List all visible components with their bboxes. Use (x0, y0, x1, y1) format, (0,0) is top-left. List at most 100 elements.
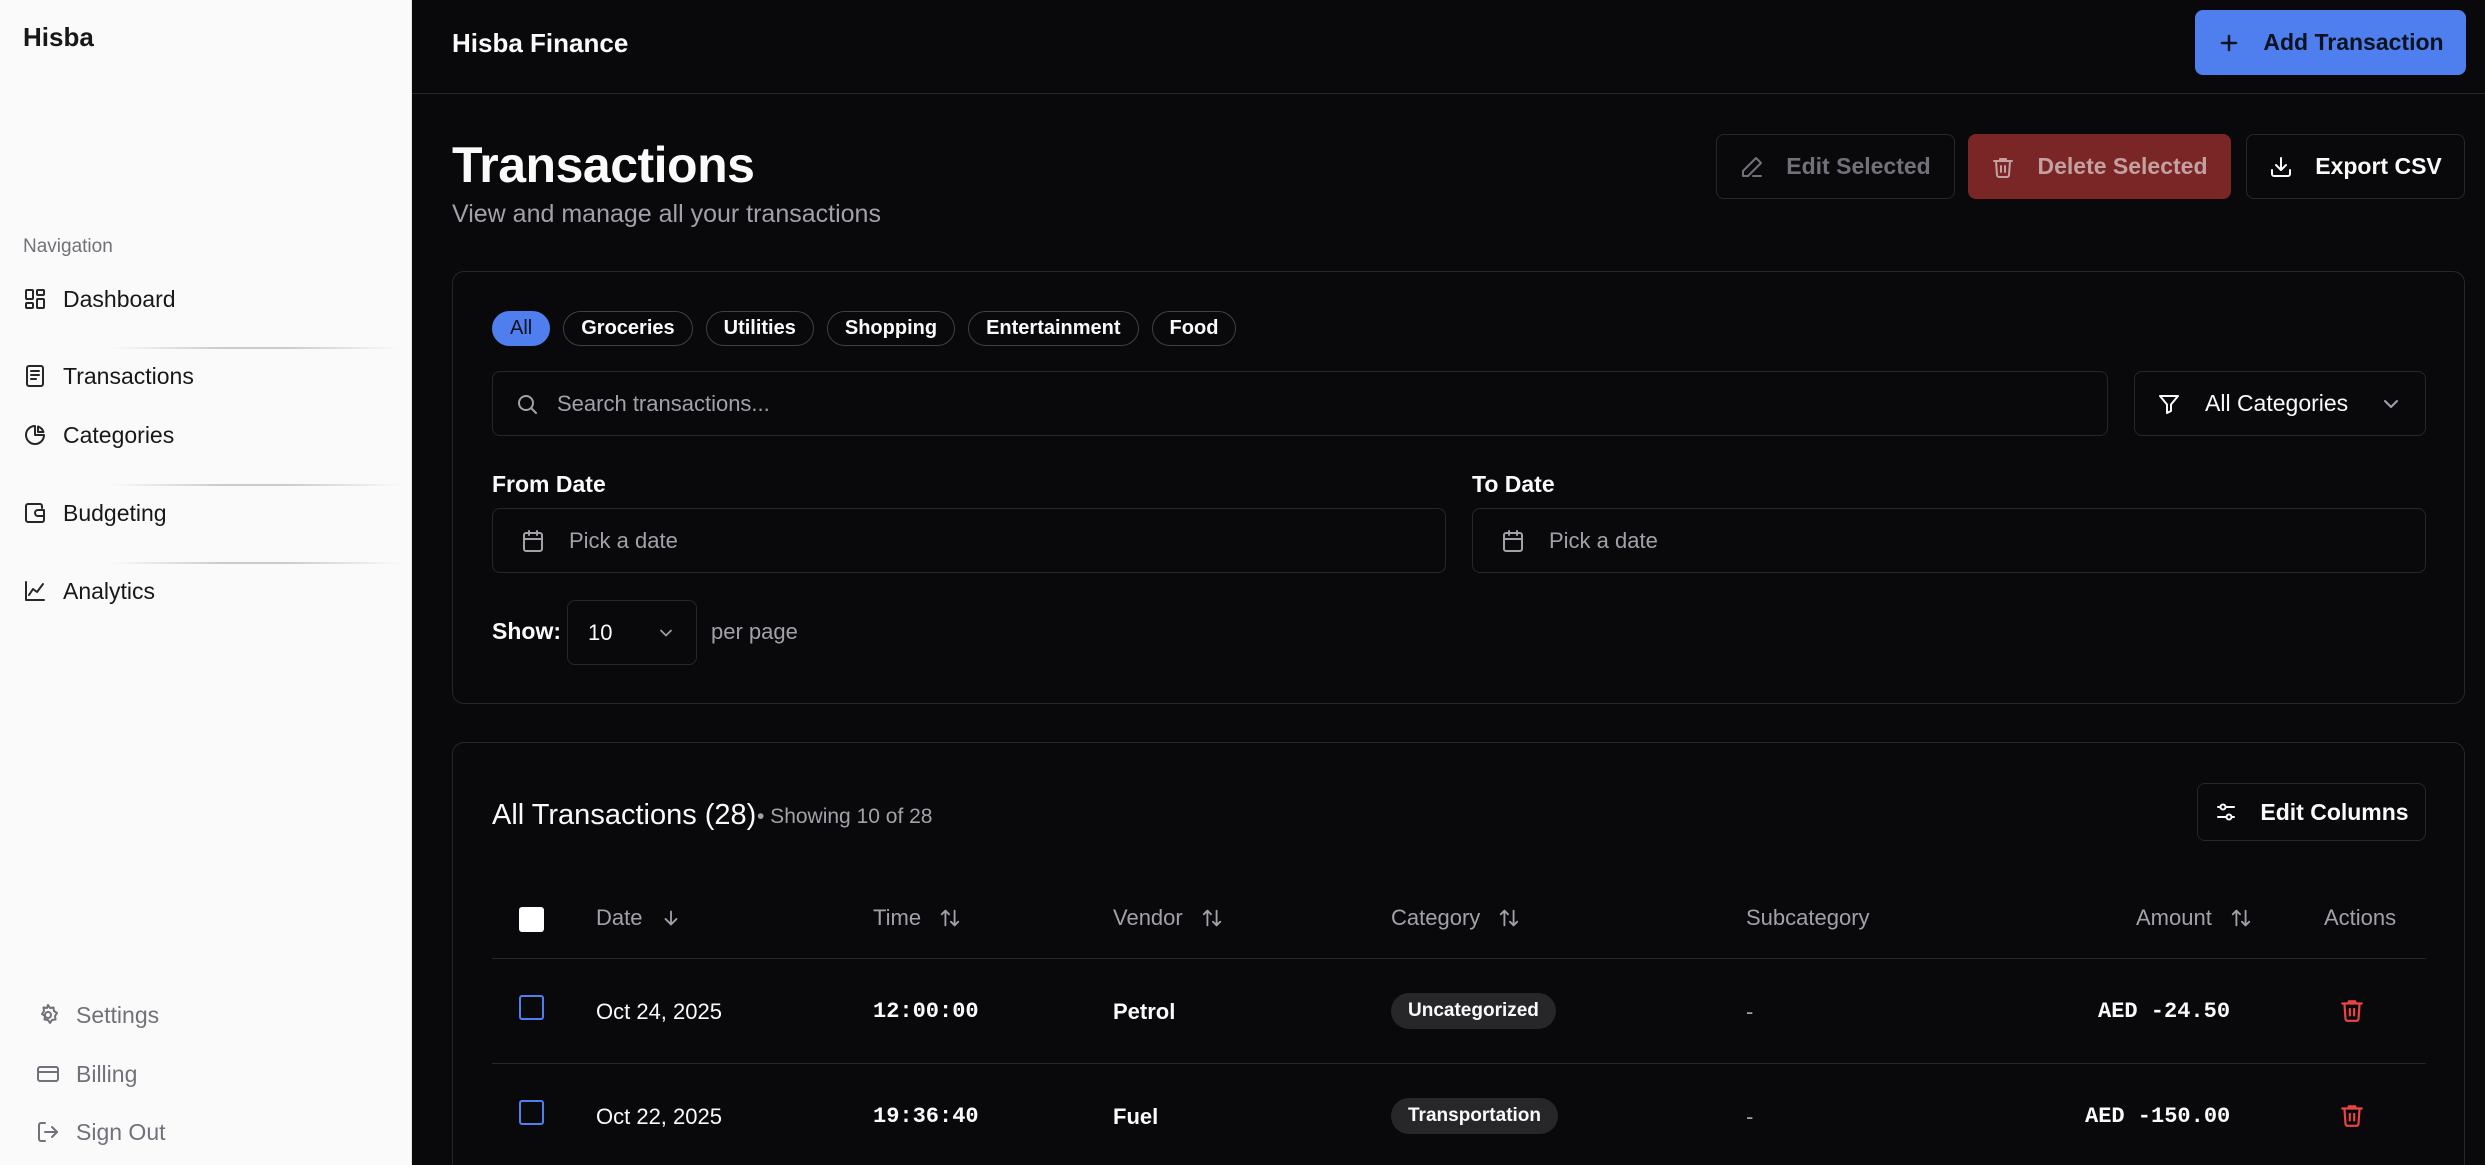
brand-logo-text[interactable]: Hisba (23, 22, 94, 53)
column-label: Time (873, 905, 922, 930)
chip-groceries[interactable]: Groceries (563, 311, 693, 346)
cell-amount: AED -150.00 (2085, 1104, 2231, 1129)
sidebar: Hisba Navigation Dashboard Transactions … (0, 0, 412, 1165)
trash-icon (2341, 1000, 2363, 1022)
chip-food[interactable]: Food (1151, 311, 1237, 346)
cell-amount: AED -24.50 (2098, 999, 2231, 1024)
add-transaction-label: Add Transaction (2263, 29, 2444, 55)
column-header-time[interactable]: Time (873, 905, 961, 931)
filter-card: All Groceries Utilities Shopping Enterta… (452, 271, 2465, 704)
row-checkbox[interactable] (519, 1100, 544, 1125)
sliders-icon (2217, 803, 2236, 821)
category-select[interactable]: All Categories (2134, 371, 2426, 436)
pie-chart-icon (25, 425, 45, 445)
sidebar-item-label: Transactions (63, 362, 194, 389)
column-header-actions: Actions (2324, 905, 2396, 931)
dashboard-icon (25, 289, 45, 309)
filter-icon (2159, 394, 2179, 414)
table-row[interactable]: Oct 24, 2025 12:00:00 Petrol Uncategoriz… (492, 959, 2426, 1064)
file-text-icon (26, 365, 44, 387)
table-title: All Transactions (28) (492, 799, 757, 831)
sidebar-item-settings[interactable]: Settings (36, 995, 159, 1035)
cell-vendor: Fuel (1113, 1104, 1159, 1129)
to-date-picker[interactable]: Pick a date (1472, 508, 2426, 573)
cell-subcategory: - (1746, 1104, 1754, 1129)
line-chart-icon (25, 581, 45, 601)
chip-shopping[interactable]: Shopping (826, 311, 956, 346)
per-page-select[interactable]: 10 (567, 600, 697, 665)
sidebar-item-categories[interactable]: Categories (23, 415, 174, 455)
download-icon (2271, 156, 2292, 177)
trash-icon (2341, 1105, 2363, 1127)
chip-entertainment[interactable]: Entertainment (968, 311, 1139, 346)
gear-icon (41, 1004, 58, 1024)
search-input[interactable] (557, 390, 2057, 417)
nav-heading: Navigation (23, 236, 113, 257)
nav-divider (110, 484, 400, 486)
category-chips: All Groceries Utilities Shopping Enterta… (492, 311, 1237, 346)
column-header-vendor[interactable]: Vendor (1113, 905, 1223, 931)
search-box (492, 371, 2108, 436)
search-icon (518, 394, 537, 414)
column-header-subcategory: Subcategory (1746, 905, 1870, 931)
sort-icon (1500, 909, 1519, 927)
cell-subcategory: - (1746, 999, 1754, 1024)
sidebar-item-sign-out[interactable]: Sign Out (36, 1112, 166, 1152)
column-label: Actions (2324, 905, 2397, 930)
cell-time: 19:36:40 (873, 1104, 979, 1129)
category-select-value: All Categories (2205, 390, 2349, 416)
nav-divider (110, 347, 400, 349)
table-row[interactable]: Oct 22, 2025 19:36:40 Fuel Transportatio… (492, 1064, 2426, 1165)
delete-row-button[interactable] (2339, 997, 2365, 1028)
chevron-down-icon (660, 629, 672, 636)
chevron-down-icon (2384, 399, 2398, 408)
page-title: Transactions (452, 137, 755, 193)
delete-selected-label: Delete Selected (2037, 153, 2208, 179)
arrow-down-icon (665, 910, 678, 926)
sidebar-footer-label: Settings (76, 1001, 160, 1028)
chip-utilities[interactable]: Utilities (705, 311, 814, 346)
to-date-placeholder: Pick a date (1549, 527, 1658, 553)
add-transaction-button[interactable]: Add Transaction (2195, 10, 2466, 75)
trash-icon (1993, 157, 2014, 178)
transactions-table-card: All Transactions (28) • Showing 10 of 28… (452, 742, 2465, 1165)
top-bar: Hisba Finance Add Transaction (412, 0, 2485, 94)
column-label: Category (1391, 905, 1481, 930)
delete-row-button[interactable] (2339, 1102, 2365, 1133)
edit-selected-button[interactable]: Edit Selected (1716, 134, 1955, 199)
column-header-amount[interactable]: Amount (2136, 905, 2252, 931)
credit-card-icon (37, 1066, 59, 1082)
column-header-category[interactable]: Category (1391, 905, 1520, 931)
to-date-label: To Date (1472, 471, 1555, 497)
cell-time: 12:00:00 (873, 999, 979, 1024)
table-header-row: Date Time Vendor Category Subcategory Am… (492, 881, 2426, 959)
sidebar-item-budgeting[interactable]: Budgeting (23, 493, 167, 533)
sidebar-item-label: Analytics (63, 577, 156, 604)
per-page-value: 10 (588, 619, 613, 645)
edit-selected-label: Edit Selected (1786, 153, 1931, 179)
sidebar-item-billing[interactable]: Billing (36, 1054, 137, 1094)
app-title: Hisba Finance (452, 28, 629, 58)
sidebar-item-transactions[interactable]: Transactions (23, 356, 194, 396)
delete-selected-button[interactable]: Delete Selected (1968, 134, 2231, 199)
export-csv-button[interactable]: Export CSV (2246, 134, 2465, 199)
from-date-label: From Date (492, 471, 606, 497)
sidebar-item-dashboard[interactable]: Dashboard (23, 279, 176, 319)
chip-all[interactable]: All (492, 311, 551, 346)
from-date-picker[interactable]: Pick a date (492, 508, 1446, 573)
edit-columns-button[interactable]: Edit Columns (2197, 783, 2426, 841)
from-date-placeholder: Pick a date (569, 527, 678, 553)
wallet-icon (25, 503, 45, 523)
sidebar-footer-label: Sign Out (76, 1118, 166, 1145)
sort-icon (940, 909, 960, 927)
column-header-date[interactable]: Date (596, 905, 682, 931)
export-csv-label: Export CSV (2315, 153, 2442, 179)
sidebar-footer-label: Billing (76, 1060, 138, 1087)
sidebar-item-analytics[interactable]: Analytics (23, 571, 155, 611)
row-checkbox[interactable] (519, 995, 544, 1020)
per-page-label: per page (711, 619, 798, 644)
category-badge: Uncategorized (1391, 993, 1556, 1029)
sidebar-item-label: Budgeting (63, 499, 167, 526)
calendar-icon (523, 529, 543, 552)
select-all-checkbox[interactable] (519, 907, 544, 932)
